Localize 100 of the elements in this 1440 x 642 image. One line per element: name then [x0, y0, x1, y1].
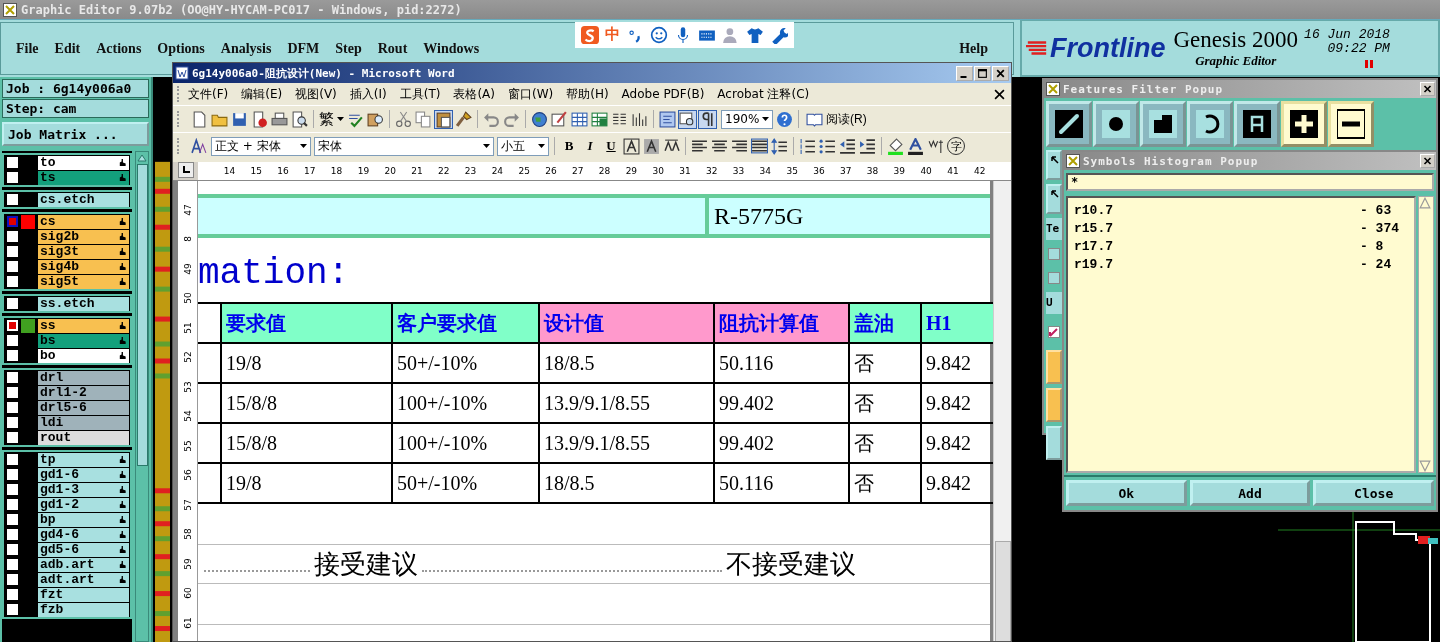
- layer-name[interactable]: rout: [38, 430, 129, 445]
- layer-name[interactable]: fzt: [38, 587, 129, 602]
- menu-item[interactable]: 编辑(E): [241, 85, 283, 103]
- feature-type-button[interactable]: [1093, 101, 1139, 147]
- menu-item[interactable]: Options: [157, 40, 205, 57]
- highlighter-icon[interactable]: [887, 137, 904, 155]
- layer-name[interactable]: ss.etch: [38, 296, 129, 311]
- menu-item[interactable]: Rout: [377, 40, 408, 57]
- magnifier-page-icon[interactable]: [679, 110, 696, 128]
- layer-name[interactable]: drl: [38, 370, 129, 385]
- scissors-icon[interactable]: [395, 110, 412, 128]
- select-arrow-button[interactable]: [1046, 150, 1062, 180]
- phonetic-guide-icon[interactable]: [927, 137, 944, 155]
- drawing-shapes-icon[interactable]: [631, 110, 648, 128]
- layer-name[interactable]: tp: [38, 452, 129, 467]
- layer-name[interactable]: gd4-6: [38, 527, 129, 542]
- include-button[interactable]: [1281, 101, 1327, 147]
- dialog-button[interactable]: Close: [1313, 480, 1434, 506]
- menu-item[interactable]: 表格(A): [453, 85, 495, 103]
- menu-item[interactable]: 视图(V): [295, 85, 337, 103]
- scroll-down-arrow-icon[interactable]: [1419, 460, 1431, 472]
- menu-item[interactable]: Acrobat 注释(C): [717, 85, 810, 103]
- maximize-button[interactable]: [974, 65, 991, 81]
- close-button[interactable]: [1420, 154, 1435, 168]
- layer-name[interactable]: gd1-2: [38, 497, 129, 512]
- close-button[interactable]: [992, 65, 1009, 81]
- increase-indent-icon[interactable]: [859, 137, 876, 155]
- printer-icon[interactable]: [271, 110, 288, 128]
- align-left-icon[interactable]: [691, 137, 708, 155]
- layer-name[interactable]: sig5t: [38, 274, 129, 289]
- dropdown-arrow-icon[interactable]: [337, 117, 344, 121]
- layer-name[interactable]: sig2b: [38, 229, 129, 244]
- filter-field[interactable]: *: [1066, 173, 1434, 191]
- pencil-table-icon[interactable]: [551, 110, 568, 128]
- close-button[interactable]: [1420, 82, 1435, 96]
- show-marks-icon[interactable]: [699, 110, 716, 128]
- help-menu[interactable]: Help: [959, 40, 988, 57]
- styles-icon[interactable]: [191, 137, 208, 155]
- feature-type-button[interactable]: [1187, 101, 1233, 147]
- decrease-indent-icon[interactable]: [839, 137, 856, 155]
- layer-name[interactable]: fzb: [38, 602, 129, 617]
- scrollbar[interactable]: [135, 151, 149, 642]
- menu-item[interactable]: 工具(T): [399, 85, 441, 103]
- boxed-letter-icon[interactable]: [623, 137, 640, 155]
- align-right-icon[interactable]: [731, 137, 748, 155]
- scrollbar-thumb[interactable]: [995, 541, 1011, 641]
- dialog-button[interactable]: Add: [1189, 480, 1311, 506]
- wrench-icon[interactable]: [770, 25, 789, 44]
- job-matrix-button[interactable]: Job Matrix ...: [2, 122, 149, 146]
- menu-item[interactable]: Adobe PDF(B): [621, 87, 705, 101]
- align-center-icon[interactable]: [711, 137, 728, 155]
- layer-name[interactable]: cs: [38, 214, 129, 229]
- layer-name[interactable]: ts: [38, 170, 129, 185]
- symbol-name[interactable]: r10.7: [1074, 202, 1113, 218]
- tab-selector[interactable]: [178, 162, 194, 178]
- scrollbar-thumb[interactable]: [136, 164, 148, 466]
- symbol-name[interactable]: r15.7: [1074, 220, 1113, 236]
- help-circle-icon[interactable]: [776, 110, 793, 128]
- shaded-letter-icon[interactable]: [643, 137, 660, 155]
- menu-item[interactable]: DFM: [287, 40, 320, 57]
- layer-name[interactable]: cs.etch: [38, 192, 129, 207]
- spreadsheet-icon[interactable]: [591, 110, 608, 128]
- menu-item[interactable]: Edit: [54, 40, 81, 57]
- font-size-combo[interactable]: 小五: [497, 136, 549, 156]
- line-spacing-icon[interactable]: [771, 137, 788, 155]
- scrollbar[interactable]: [993, 181, 1011, 641]
- smiley-icon[interactable]: [650, 25, 669, 44]
- justify-icon[interactable]: [751, 137, 768, 155]
- layer-name[interactable]: to: [38, 155, 129, 170]
- layer-name[interactable]: sig3t: [38, 244, 129, 259]
- font-color-icon[interactable]: [907, 137, 924, 155]
- menu-item[interactable]: Step: [335, 40, 362, 57]
- layer-name[interactable]: ss: [38, 318, 129, 333]
- minimize-button[interactable]: [956, 65, 973, 81]
- menu-item[interactable]: 文件(F): [188, 85, 229, 103]
- layer-name[interactable]: adt.art: [38, 572, 129, 587]
- font-combo[interactable]: 宋体: [314, 136, 494, 156]
- feature-type-button[interactable]: [1234, 101, 1280, 147]
- layer-name[interactable]: drl5-6: [38, 400, 129, 415]
- select-arrow-button[interactable]: [1046, 184, 1062, 214]
- paintbrush-icon[interactable]: [455, 110, 472, 128]
- scroll-up-arrow-icon[interactable]: [137, 154, 147, 162]
- format-button[interactable]: I: [581, 137, 599, 155]
- layer-name[interactable]: gd1-6: [38, 467, 129, 482]
- shirt-icon[interactable]: [746, 25, 765, 44]
- layer-name[interactable]: ldi: [38, 415, 129, 430]
- layer-name[interactable]: adb.art: [38, 557, 129, 572]
- layer-name[interactable]: bo: [38, 348, 129, 363]
- feature-type-button[interactable]: [1140, 101, 1186, 147]
- layer-name[interactable]: gd1-3: [38, 482, 129, 497]
- document-map-icon[interactable]: [659, 110, 676, 128]
- close-icon[interactable]: [994, 88, 1005, 100]
- menu-item[interactable]: 帮助(H): [566, 85, 609, 103]
- bullet-list-icon[interactable]: [819, 137, 836, 155]
- traditional-chinese-button[interactable]: 繁: [319, 109, 334, 129]
- menu-item[interactable]: 插入(I): [349, 85, 387, 103]
- format-button[interactable]: B: [560, 137, 578, 155]
- checkbox[interactable]: [1048, 248, 1060, 260]
- print-preview-icon[interactable]: [291, 110, 308, 128]
- format-button[interactable]: U: [602, 137, 620, 155]
